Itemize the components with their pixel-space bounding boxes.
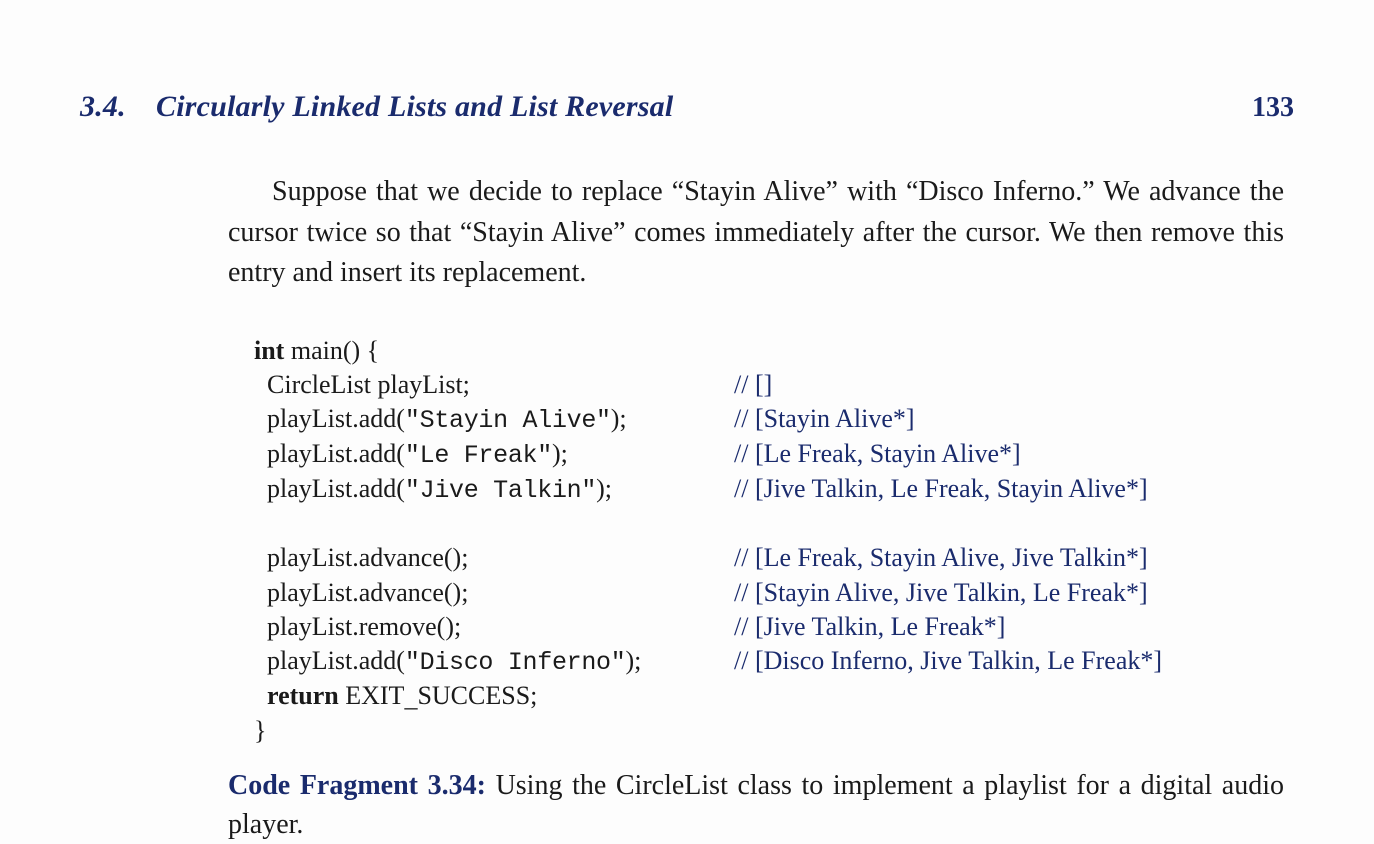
caption-label: Code Fragment 3.34: bbox=[228, 770, 486, 801]
paragraph-text: Suppose that we decide to replace “Stayi… bbox=[228, 176, 1284, 288]
code-line-6: playList.advance();// [Stayin Alive, Jiv… bbox=[254, 576, 1294, 610]
code-line-5: playList.advance();// [Le Freak, Stayin … bbox=[254, 541, 1294, 575]
page-number: 133 bbox=[1252, 92, 1294, 124]
code-line-10: } bbox=[254, 714, 1294, 748]
section-heading: 3.4. Circularly Linked Lists and List Re… bbox=[80, 90, 673, 124]
code-line-3: playList.add("Le Freak");// [Le Freak, S… bbox=[254, 437, 1294, 472]
code-line-0: int main() { bbox=[254, 334, 1294, 368]
code-blank-line bbox=[254, 507, 1294, 541]
code-caption: Code Fragment 3.34: Using the CircleList… bbox=[228, 766, 1284, 844]
code-fragment: int main() { CircleList playList;// [] p… bbox=[254, 334, 1294, 748]
code-line-1: CircleList playList;// [] bbox=[254, 368, 1294, 402]
running-header: 3.4. Circularly Linked Lists and List Re… bbox=[80, 90, 1294, 124]
code-line-9: return EXIT_SUCCESS; bbox=[254, 679, 1294, 713]
code-line-7: playList.remove();// [Jive Talkin, Le Fr… bbox=[254, 610, 1294, 644]
code-line-2: playList.add("Stayin Alive");// [Stayin … bbox=[254, 402, 1294, 437]
code-line-4: playList.add("Jive Talkin");// [Jive Tal… bbox=[254, 472, 1294, 507]
code-line-8: playList.add("Disco Inferno");// [Disco … bbox=[254, 644, 1294, 679]
page: 3.4. Circularly Linked Lists and List Re… bbox=[0, 0, 1374, 844]
body-paragraph: Suppose that we decide to replace “Stayi… bbox=[228, 172, 1284, 294]
